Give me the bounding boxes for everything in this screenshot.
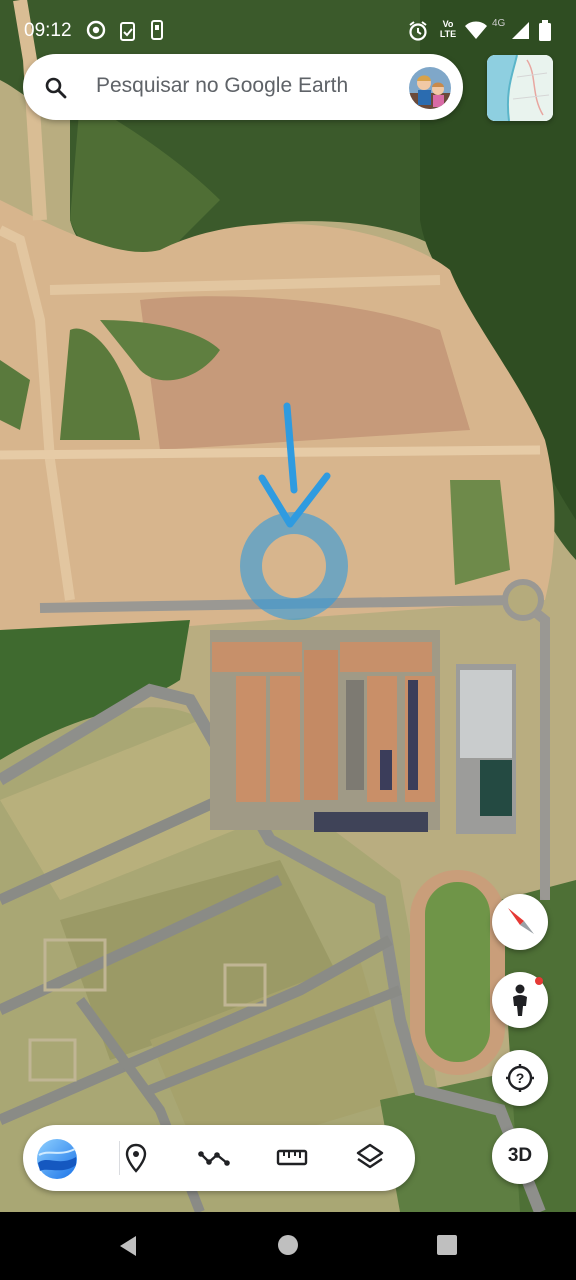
street-view-button[interactable]	[492, 972, 548, 1028]
path-icon[interactable]	[197, 1141, 231, 1175]
satellite-map[interactable]	[0, 0, 576, 1212]
wifi-icon	[465, 21, 487, 39]
status-bar: 09:12 Vo LTE 4G	[0, 0, 576, 60]
svg-text:?: ?	[516, 1070, 525, 1086]
home-icon[interactable]	[277, 1234, 299, 1256]
avatar-image	[409, 67, 451, 109]
network-type-label: 4G	[492, 18, 506, 29]
toggle-3d-button[interactable]: 3D	[492, 1128, 548, 1184]
volte-icon: Vo LTE	[439, 19, 457, 39]
compass-button[interactable]	[492, 894, 548, 950]
voyager-button[interactable]: ?	[492, 1050, 548, 1106]
place-pin-icon[interactable]	[119, 1141, 153, 1175]
toggle-3d-label: 3D	[507, 1145, 533, 1166]
alarm-icon	[409, 21, 427, 41]
profile-avatar[interactable]	[409, 67, 451, 109]
search-input[interactable]: Pesquisar no Google Earth	[96, 74, 348, 98]
earth-logo-icon[interactable]	[35, 1137, 79, 1181]
question-circle-icon: ?	[506, 1064, 534, 1092]
compass-icon	[508, 908, 534, 934]
minimap-image	[487, 55, 553, 121]
chrome-icon	[86, 20, 106, 40]
search-bar[interactable]: Pesquisar no Google Earth	[23, 54, 463, 120]
phone-small-icon	[151, 20, 163, 40]
layers-icon[interactable]	[353, 1141, 387, 1175]
back-icon[interactable]	[116, 1234, 140, 1258]
4g-signal-icon	[512, 22, 529, 39]
battery-icon	[539, 20, 551, 41]
bottom-toolbar	[23, 1125, 415, 1191]
ruler-icon[interactable]	[275, 1141, 309, 1175]
clock: 09:12	[24, 20, 72, 41]
minimap-thumbnail[interactable]	[487, 55, 553, 121]
pegman-icon	[513, 977, 543, 1016]
android-navigation-bar	[0, 1212, 576, 1280]
search-icon[interactable]	[43, 75, 69, 101]
recents-icon[interactable]	[436, 1234, 458, 1256]
clipboard-check-icon	[120, 22, 135, 41]
